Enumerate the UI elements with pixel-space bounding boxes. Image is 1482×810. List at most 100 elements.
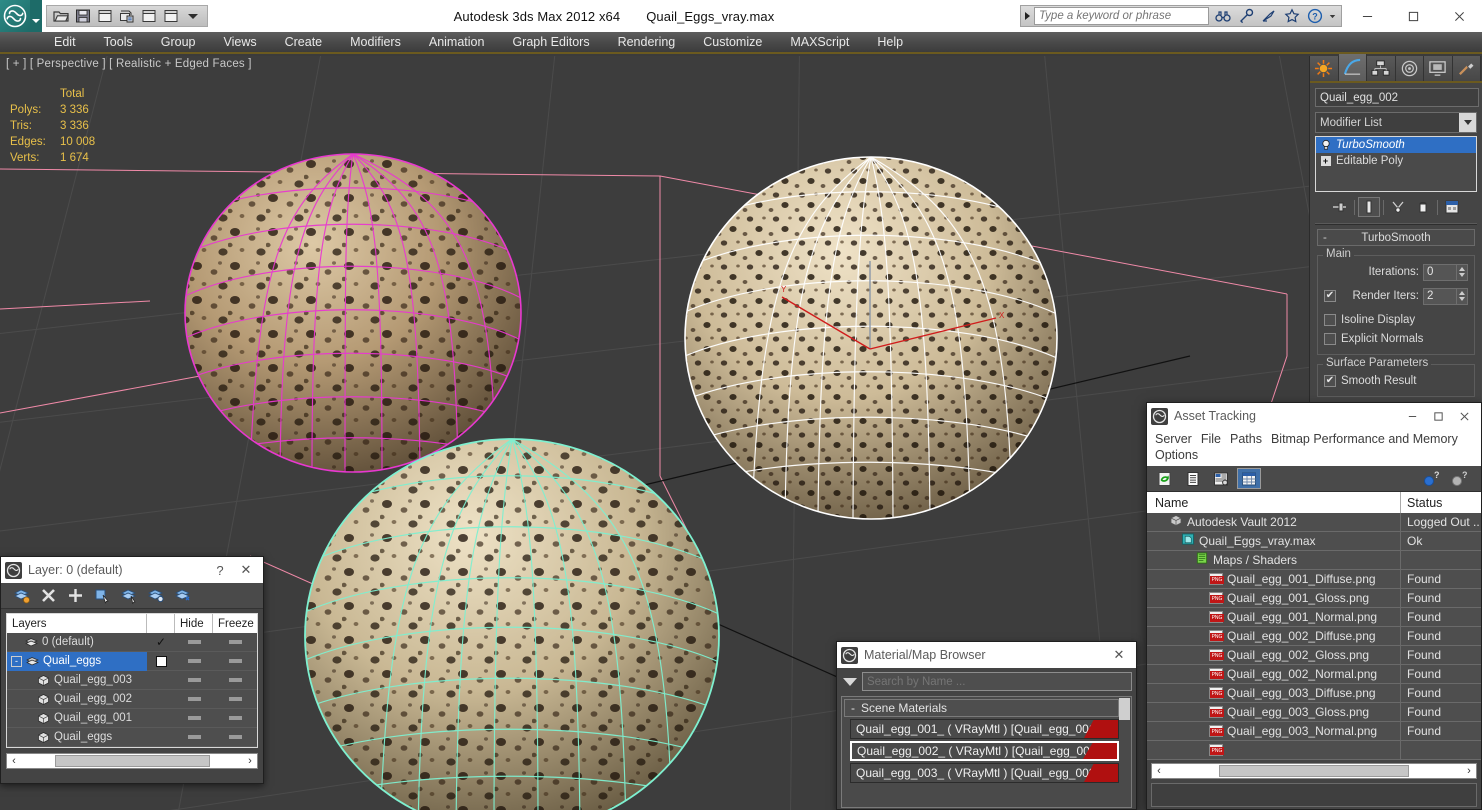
current-layer-tick-icon[interactable]: ✓ xyxy=(156,635,166,649)
close-button[interactable] xyxy=(1436,1,1482,32)
scroll-thumb[interactable] xyxy=(54,755,210,767)
menu-item-help[interactable]: Help xyxy=(863,33,917,51)
rollout-collapse-glyph[interactable]: - xyxy=(1323,232,1327,244)
maximize-button[interactable] xyxy=(1390,1,1436,32)
layer-row-object-001[interactable]: Quail_egg_001 xyxy=(7,709,257,728)
freeze-toggle[interactable] xyxy=(228,735,242,739)
hide-layer-icon[interactable] xyxy=(173,586,193,606)
highlight-selected-icon[interactable] xyxy=(146,586,166,606)
scroll-left-icon[interactable]: ‹ xyxy=(1152,765,1166,777)
asset-row-png[interactable]: Quail_egg_002_Diffuse.png Found xyxy=(1147,627,1481,646)
close-button[interactable] xyxy=(1451,403,1477,429)
redo-icon[interactable] xyxy=(138,6,160,26)
app-menu-dropdown-icon[interactable] xyxy=(30,0,42,32)
render-iters-input[interactable] xyxy=(1423,287,1457,305)
menu-item-modifiers[interactable]: Modifiers xyxy=(336,33,415,51)
modifier-list-dropdown[interactable]: Modifier List xyxy=(1315,112,1477,133)
list-view-icon[interactable] xyxy=(1181,468,1205,489)
menu-item-rendering[interactable]: Rendering xyxy=(604,33,690,51)
explicit-normals-row[interactable]: Explicit Normals xyxy=(1324,329,1468,348)
minimize-button[interactable] xyxy=(1399,403,1425,429)
remove-modifier-icon[interactable] xyxy=(1412,197,1434,217)
close-button[interactable]: ✕ xyxy=(233,557,259,583)
display-tab[interactable] xyxy=(1424,56,1453,81)
material-item-002[interactable]: Quail_egg_002_ ( VRayMtl ) [Quail_egg_00… xyxy=(850,741,1119,761)
new-layer-icon[interactable] xyxy=(11,586,31,606)
app-logo-icon[interactable] xyxy=(0,0,30,32)
menu-item-maxscript[interactable]: MAXScript xyxy=(776,33,863,51)
isoline-display-row[interactable]: Isoline Display xyxy=(1324,310,1468,329)
add-help-icon[interactable]: ? xyxy=(1419,468,1443,489)
menu-item-bitmap-performance[interactable]: Bitmap Performance and Memory xyxy=(1271,431,1467,447)
menu-item-edit[interactable]: Edit xyxy=(40,33,90,51)
asset-row-max-file[interactable]: Quail_Eggs_vray.max Ok xyxy=(1147,532,1481,551)
layer-row-default[interactable]: 0 (default) ✓ xyxy=(7,633,257,652)
menu-item-views[interactable]: Views xyxy=(209,33,270,51)
menu-item-graph-editors[interactable]: Graph Editors xyxy=(498,33,603,51)
freeze-toggle[interactable] xyxy=(228,640,242,644)
scroll-left-icon[interactable]: ‹ xyxy=(7,755,21,767)
layer-expander[interactable]: - xyxy=(11,655,22,667)
layer-row-object-002[interactable]: Quail_egg_002 xyxy=(7,690,257,709)
material-map-browser[interactable]: Material/Map Browser ✕ - Scene Materials… xyxy=(836,641,1137,810)
iterations-spinner[interactable] xyxy=(1423,263,1468,281)
motion-tab[interactable] xyxy=(1395,56,1424,81)
create-tab[interactable] xyxy=(1310,56,1339,81)
layer-list[interactable]: Layers Hide Freeze 0 (default) ✓ - Quail… xyxy=(6,613,258,748)
scroll-thumb[interactable] xyxy=(1119,698,1130,720)
scene-materials-group[interactable]: - Scene Materials xyxy=(844,699,1119,717)
hide-toggle[interactable] xyxy=(187,659,201,663)
chevron-down-icon[interactable] xyxy=(1459,113,1476,132)
plus-box-icon[interactable]: + xyxy=(1319,155,1332,168)
rollout-header[interactable]: - TurboSmooth xyxy=(1317,229,1475,246)
select-objects-icon[interactable] xyxy=(92,586,112,606)
menu-item-animation[interactable]: Animation xyxy=(415,33,499,51)
modifier-stack-item-turbosmooth[interactable]: TurboSmooth xyxy=(1316,137,1476,153)
make-unique-icon[interactable] xyxy=(1387,197,1409,217)
asset-row-png[interactable]: Quail_egg_003_Normal.png Found xyxy=(1147,722,1481,741)
iterations-spinner-arrows[interactable] xyxy=(1457,263,1468,281)
search-input[interactable] xyxy=(1034,7,1209,25)
render-iters-spinner-arrows[interactable] xyxy=(1457,287,1468,305)
save-file-icon[interactable] xyxy=(72,6,94,26)
asset-row-png[interactable]: Quail_egg_003_Gloss.png Found xyxy=(1147,703,1481,722)
current-layer-checkbox[interactable] xyxy=(155,655,167,667)
object-name-input[interactable] xyxy=(1315,88,1479,107)
menu-item-create[interactable]: Create xyxy=(271,33,337,51)
freeze-toggle[interactable] xyxy=(228,659,242,663)
smooth-result-checkbox[interactable] xyxy=(1324,374,1336,387)
asset-row-png[interactable] xyxy=(1147,741,1481,760)
render-iters-checkbox[interactable] xyxy=(1324,290,1336,302)
asset-table[interactable]: Name Status Autodesk Vault 2012 Logged O… xyxy=(1147,492,1481,760)
hide-toggle[interactable] xyxy=(187,678,201,682)
utilities-tab[interactable] xyxy=(1452,56,1481,81)
configure-modifier-sets-icon[interactable] xyxy=(1441,197,1463,217)
explicit-normals-checkbox[interactable] xyxy=(1324,332,1336,345)
isoline-display-checkbox[interactable] xyxy=(1324,313,1336,326)
key-icon[interactable] xyxy=(1235,6,1256,26)
asset-row-png[interactable]: Quail_egg_002_Gloss.png Found xyxy=(1147,646,1481,665)
modifier-stack[interactable]: TurboSmooth + Editable Poly xyxy=(1315,136,1477,192)
satellite-icon[interactable] xyxy=(1258,6,1279,26)
help-button[interactable]: ? xyxy=(207,557,233,583)
help-icon[interactable]: ? xyxy=(1447,468,1471,489)
modify-tab[interactable] xyxy=(1338,54,1367,81)
menu-item-customize[interactable]: Customize xyxy=(689,33,776,51)
hide-toggle[interactable] xyxy=(187,735,201,739)
freeze-toggle[interactable] xyxy=(228,716,242,720)
material-item-001[interactable]: Quail_egg_001_ ( VRayMtl ) [Quail_egg_00… xyxy=(850,719,1119,739)
menu-item-paths[interactable]: Paths xyxy=(1230,431,1271,447)
add-selection-icon[interactable] xyxy=(65,586,85,606)
minimize-button[interactable] xyxy=(1344,1,1390,32)
hide-toggle[interactable] xyxy=(187,716,201,720)
render-iters-spinner[interactable] xyxy=(1423,287,1468,305)
asset-horizontal-scrollbar[interactable]: ‹ › xyxy=(1151,763,1477,779)
scroll-right-icon[interactable]: › xyxy=(243,755,257,767)
select-highlighted-icon[interactable] xyxy=(119,586,139,606)
details-view-icon[interactable] xyxy=(1209,468,1233,489)
menu-item-file[interactable]: File xyxy=(1201,431,1230,447)
asset-row-png[interactable]: Quail_egg_001_Normal.png Found xyxy=(1147,608,1481,627)
maximize-button[interactable] xyxy=(1425,403,1451,429)
material-list-scrollbar[interactable] xyxy=(1119,698,1130,807)
freeze-toggle[interactable] xyxy=(228,697,242,701)
